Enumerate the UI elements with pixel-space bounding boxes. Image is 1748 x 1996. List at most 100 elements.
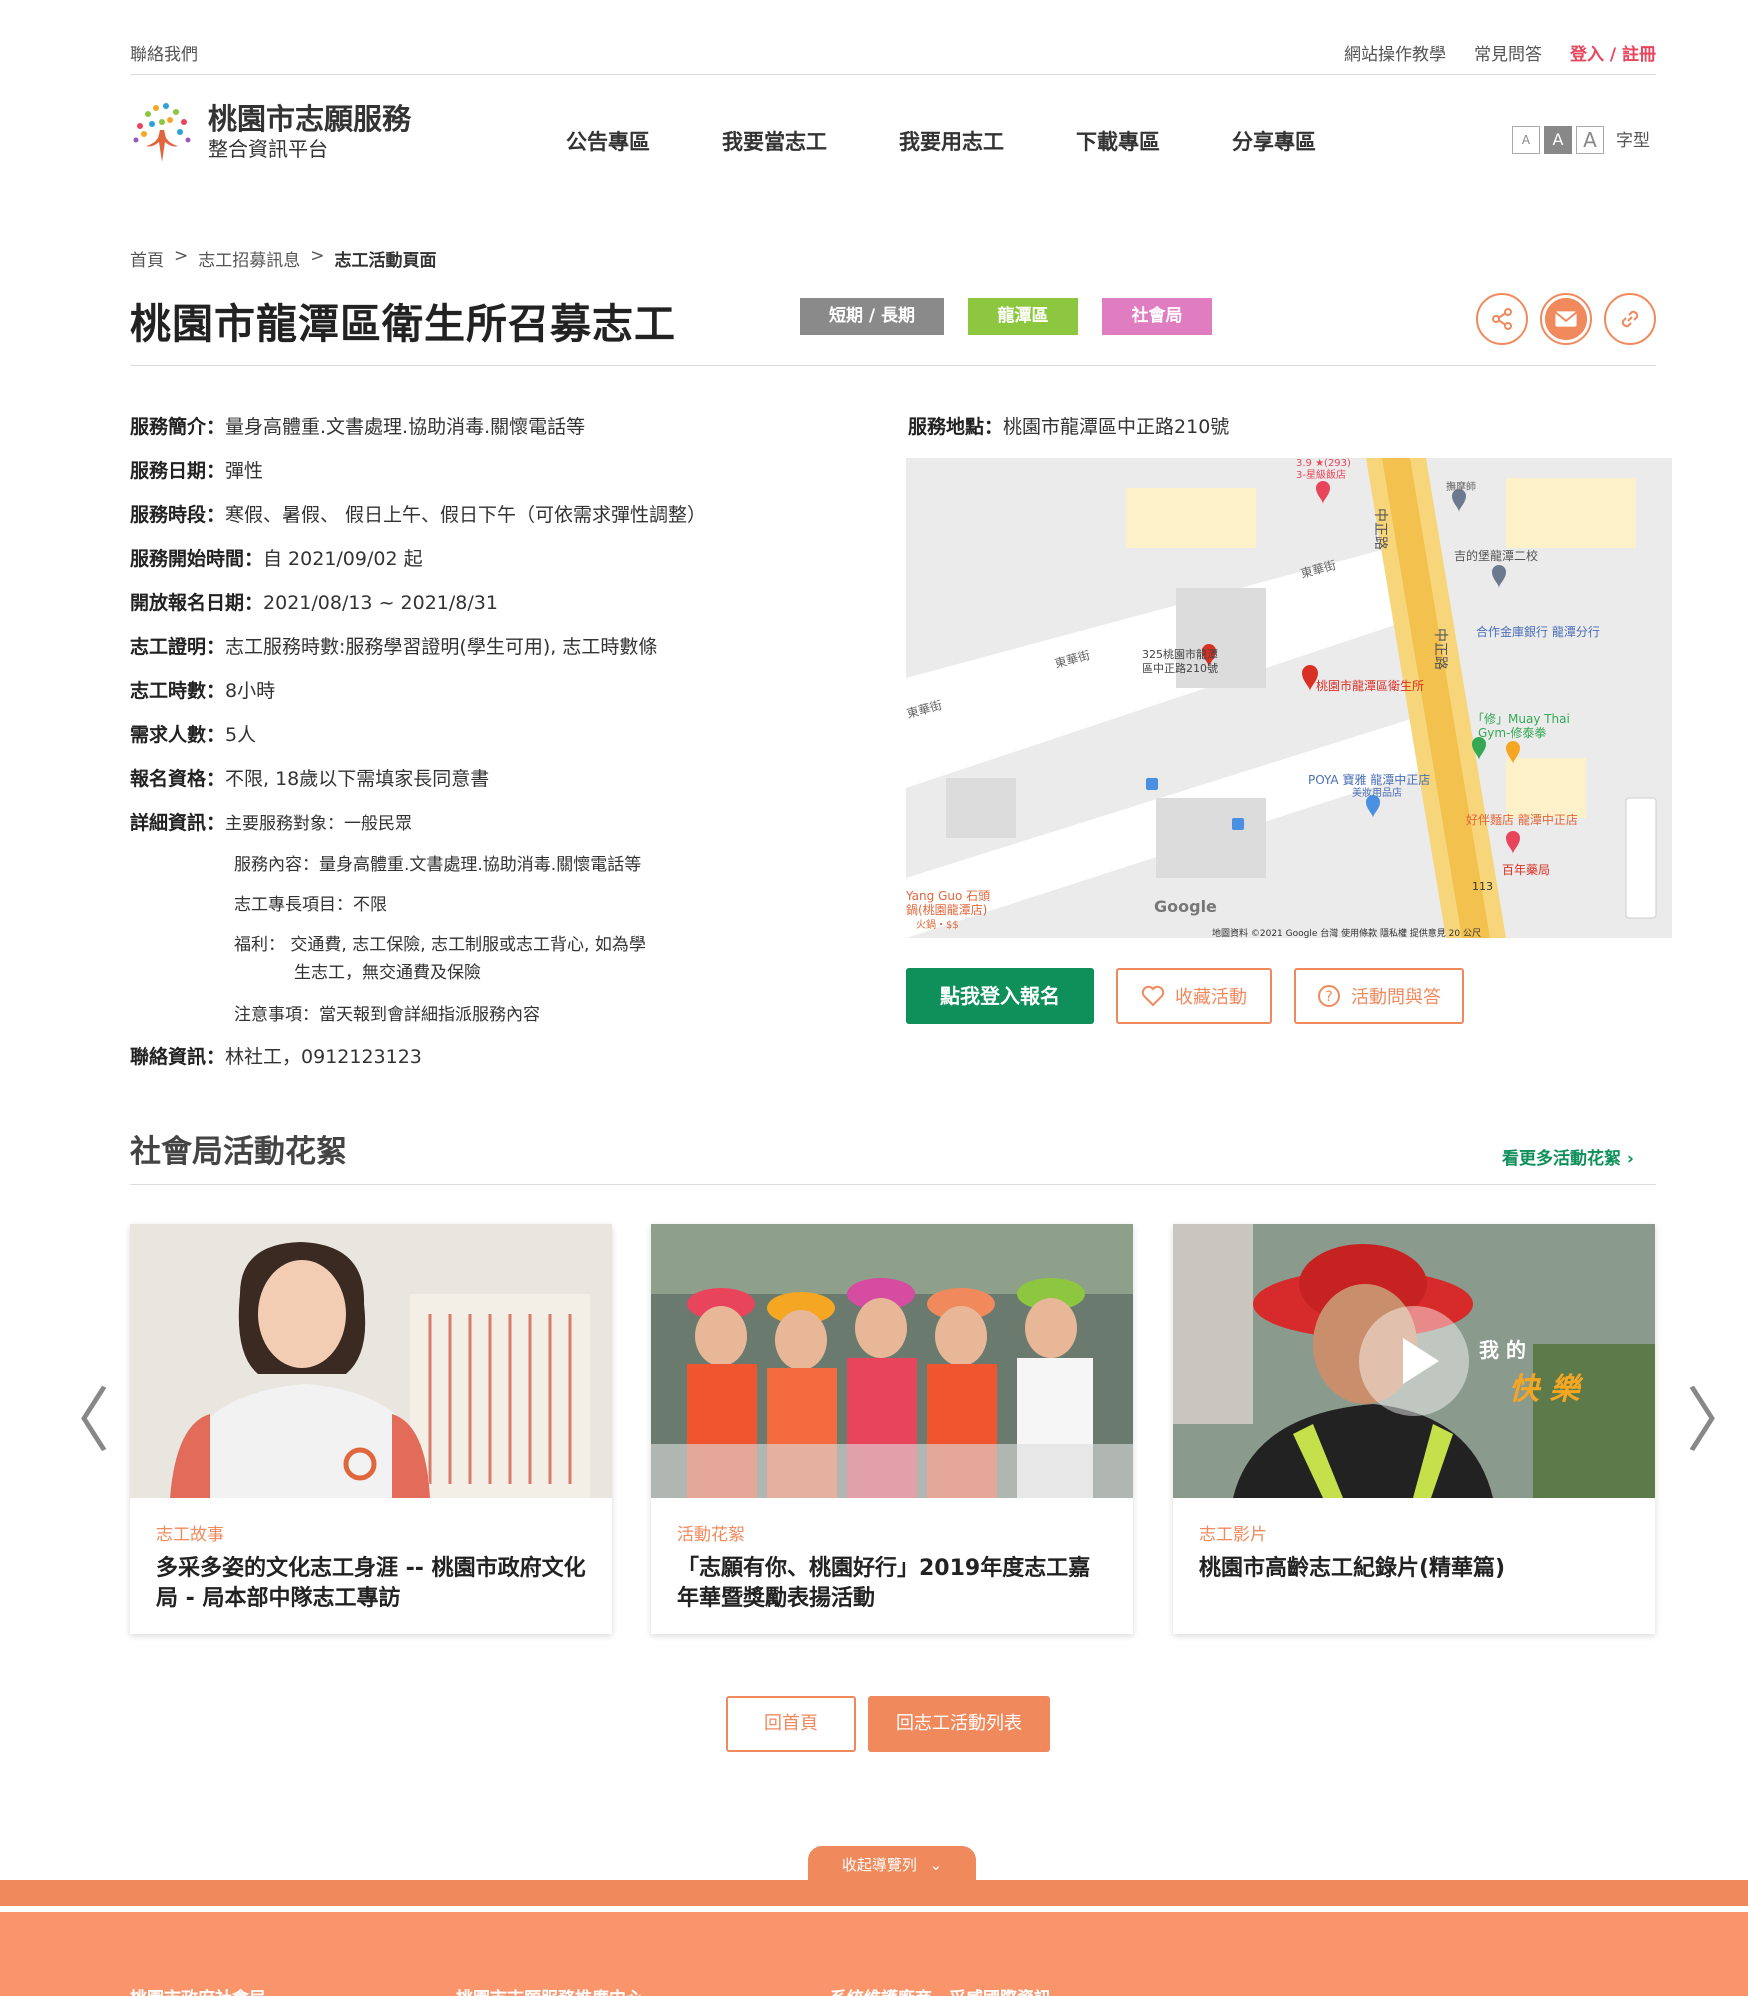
nav-item-announcements[interactable]: 公告專區 xyxy=(566,126,650,156)
more-gallery-link[interactable]: 看更多活動花絮 › xyxy=(1502,1144,1634,1169)
nav-item-request-volunteer[interactable]: 我要用志工 xyxy=(899,126,1004,156)
font-size-switcher: A A A 字型 xyxy=(1512,126,1650,154)
card-title: 「志願有你、桃園好行」2019年度志工嘉年華暨獎勵表揚活動 xyxy=(677,1556,1091,1611)
card-photo xyxy=(130,1224,612,1498)
card-video-thumbnail: 我 的 快 樂 xyxy=(1173,1224,1655,1498)
divider xyxy=(130,1184,1656,1185)
page-title: 桃園市龍潭區衛生所召募志工 xyxy=(130,300,676,348)
share-icon xyxy=(1492,308,1512,330)
svg-text:Gym-修泰拳: Gym-修泰拳 xyxy=(1478,725,1546,740)
site-logo[interactable]: 桃園市志願服務 整合資訊平台 xyxy=(130,100,411,164)
contact-link[interactable]: 聯絡我們 xyxy=(130,45,198,65)
card-category: 志工故事 xyxy=(156,1525,224,1545)
site-footer: 桃園市政府社會局 桃園市志願服務推廣中心 系統維護廠商－采威國際資訊 xyxy=(0,1912,1748,1996)
breadcrumb-separator: > xyxy=(310,246,325,266)
svg-text:「修」Muay Thai: 「修」Muay Thai xyxy=(1472,711,1570,726)
detail-service-content: 服務內容：量身高體重.文書處理.協助消毒.關懷電話等 xyxy=(234,855,642,875)
svg-text:鍋(桃園龍潭店): 鍋(桃園龍潭店) xyxy=(906,902,987,917)
back-to-list-button[interactable]: 回志工活動列表 xyxy=(868,1696,1050,1752)
divider xyxy=(130,365,1656,366)
svg-text:美妝用品店: 美妝用品店 xyxy=(1352,786,1402,799)
detail-signup-dates: 開放報名日期：2021/08/13 ~ 2021/8/31 xyxy=(130,592,498,614)
breadcrumb-home[interactable]: 首頁 xyxy=(130,246,164,271)
collapse-nav-label: 收起導覽列 xyxy=(841,1856,917,1874)
font-size-label: 字型 xyxy=(1616,131,1650,151)
tag-duration: 短期 / 長期 xyxy=(800,298,944,335)
detail-notes: 注意事項：當天報到會詳細指派服務內容 xyxy=(234,1005,540,1025)
detail-benefits-cont: 生志工，無交通費及保險 xyxy=(294,963,481,983)
faq-link[interactable]: 常見問答 xyxy=(1474,40,1542,65)
signup-button[interactable]: 點我登入報名 xyxy=(906,968,1094,1024)
svg-text:3.9 ★(293): 3.9 ★(293) xyxy=(1296,458,1351,469)
svg-text:Google: Google xyxy=(1154,897,1217,916)
nav-item-downloads[interactable]: 下載專區 xyxy=(1076,126,1160,156)
copy-link-button[interactable] xyxy=(1604,293,1656,345)
breadcrumb-current: 志工活動頁面 xyxy=(334,251,437,271)
svg-text:桃園市龍潭區衛生所: 桃園市龍潭區衛生所 xyxy=(1316,678,1424,693)
carousel-prev-icon[interactable]: 〈 xyxy=(40,1365,110,1466)
login-link[interactable]: 登入 / 註冊 xyxy=(1570,40,1656,65)
card-title: 桃園市高齡志工紀錄片(精華篇) xyxy=(1199,1556,1506,1581)
nav-item-sharing[interactable]: 分享專區 xyxy=(1232,126,1316,156)
svg-text:中正路: 中正路 xyxy=(1432,628,1448,670)
gallery-title: 社會局活動花絮 xyxy=(130,1134,347,1170)
breadcrumb-recruitment[interactable]: 志工招募訊息 xyxy=(198,246,300,271)
heart-icon xyxy=(1141,985,1165,1007)
svg-text:區中正路210號: 區中正路210號 xyxy=(1142,662,1218,675)
chevron-down-icon: ⌄ xyxy=(929,1856,943,1874)
link-icon xyxy=(1621,310,1639,328)
collapse-nav-toggle[interactable]: 收起導覽列 ⌄ xyxy=(808,1846,976,1882)
location-map[interactable]: 中正路 中正路 東華街 東華街 東華街 吉的堡龍潭二校 合作金庫銀行 龍潭分行 … xyxy=(906,458,1672,938)
carousel-next-icon[interactable]: 〉 xyxy=(1686,1365,1748,1466)
svg-text:3-星級飯店: 3-星級飯店 xyxy=(1296,468,1346,481)
gallery-card[interactable]: 活動花絮 「志願有你、桃園好行」2019年度志工嘉年華暨獎勵表揚活動 xyxy=(651,1224,1133,1634)
detail-start-time: 服務開始時間：自 2021/09/02 起 xyxy=(130,548,423,570)
svg-text:吉的堡龍潭二校: 吉的堡龍潭二校 xyxy=(1454,548,1538,563)
font-small-button[interactable]: A xyxy=(1512,126,1540,154)
detail-contact: 聯絡資訊：林社工，0912123123 xyxy=(130,1046,422,1068)
footer-col-title: 桃園市志願服務推廣中心 xyxy=(456,1984,830,1996)
play-button-icon[interactable] xyxy=(1359,1306,1469,1416)
qa-button[interactable]: ? 活動問與答 xyxy=(1294,968,1464,1024)
svg-text:POYA 寶雅 龍潭中正店: POYA 寶雅 龍潭中正店 xyxy=(1308,772,1430,787)
tag-district: 龍潭區 xyxy=(968,298,1078,335)
logo-subtitle: 整合資訊平台 xyxy=(208,137,328,161)
qa-label: 活動問與答 xyxy=(1351,987,1441,1008)
footer-band xyxy=(0,1880,1748,1906)
detail-benefits: 福利： 交通費, 志工保險, 志工制服或志工背心, 如為學 xyxy=(234,935,646,955)
nav-item-become-volunteer[interactable]: 我要當志工 xyxy=(722,126,827,156)
detail-certificate: 志工證明：志工服務時數:服務學習證明(學生可用), 志工時數條 xyxy=(130,636,658,658)
favorite-button[interactable]: 收藏活動 xyxy=(1116,968,1272,1024)
divider xyxy=(130,74,1656,75)
back-home-button[interactable]: 回首頁 xyxy=(726,1696,856,1752)
tutorial-link[interactable]: 網站操作教學 xyxy=(1344,40,1446,65)
svg-text:好伴麵店 龍潭中正店: 好伴麵店 龍潭中正店 xyxy=(1466,812,1578,827)
main-nav: 公告專區 我要當志工 我要用志工 下載專區 分享專區 xyxy=(566,126,1316,156)
card-photo xyxy=(651,1224,1133,1498)
share-button[interactable] xyxy=(1476,293,1528,345)
mail-button[interactable] xyxy=(1540,293,1592,345)
svg-text:合作金庫銀行 龍潭分行: 合作金庫銀行 龍潭分行 xyxy=(1476,624,1600,639)
svg-text:?: ? xyxy=(1325,989,1332,1005)
svg-text:113: 113 xyxy=(1472,880,1493,893)
logo-title: 桃園市志願服務 xyxy=(208,102,412,136)
breadcrumb-separator: > xyxy=(174,246,189,266)
mail-icon xyxy=(1544,297,1588,341)
font-medium-button[interactable]: A xyxy=(1544,126,1572,154)
gallery-card[interactable]: 我 的 快 樂 志工影片 桃園市高齡志工紀錄片(精華篇) xyxy=(1173,1224,1655,1634)
svg-text:325桃園市龍潭: 325桃園市龍潭 xyxy=(1142,647,1218,661)
top-utility-bar: 聯絡我們 網站操作教學 常見問答 登入 / 註冊 xyxy=(130,40,1656,76)
gallery-card[interactable]: 志工故事 多采多姿的文化志工身涯 -- 桃園市政府文化局 - 局本部中隊志工專訪 xyxy=(130,1224,612,1634)
question-icon: ? xyxy=(1318,985,1340,1007)
favorite-label: 收藏活動 xyxy=(1175,987,1247,1008)
video-overlay-text: 快 樂 xyxy=(1509,1372,1580,1407)
svg-text:Yang Guo 石頭: Yang Guo 石頭 xyxy=(906,889,990,903)
card-category: 志工影片 xyxy=(1199,1525,1267,1545)
detail-service-intro: 服務簡介：量身高體重.文書處理.協助消毒.關懷電話等 xyxy=(130,416,586,438)
font-large-button[interactable]: A xyxy=(1576,126,1604,154)
footer-col-title: 系統維護廠商－采威國際資訊 xyxy=(830,1984,1051,1996)
video-overlay-text: 我 的 xyxy=(1479,1338,1526,1362)
service-location: 服務地點：桃園市龍潭區中正路210號 xyxy=(908,416,1230,438)
detail-specialty: 志工專長項目：不限 xyxy=(234,895,387,915)
tree-logo-icon xyxy=(130,100,194,164)
